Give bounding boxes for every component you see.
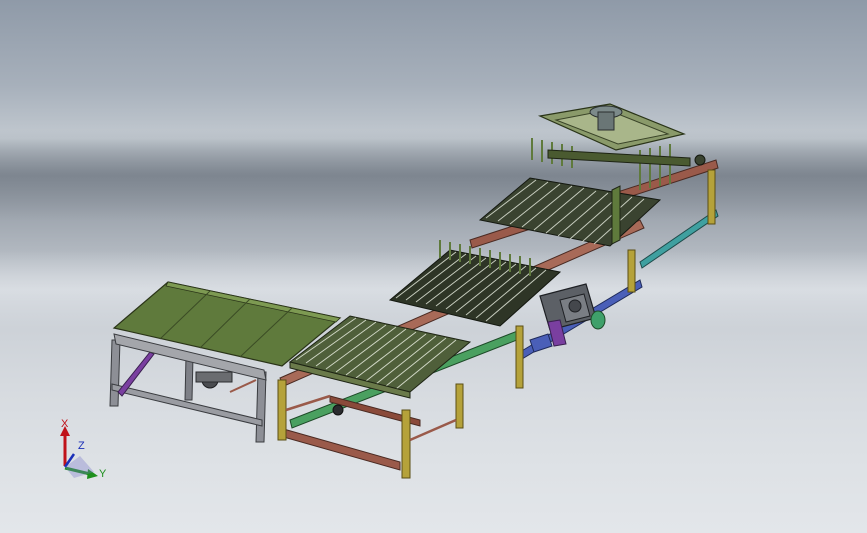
stacker-pulley: [694, 154, 706, 166]
drive-unit[interactable]: [529, 283, 606, 353]
frame-leg: [515, 325, 524, 389]
frame-caster: [332, 404, 344, 416]
infeed-leg-front-left: [109, 339, 121, 407]
cad-viewport[interactable]: X Z Y: [0, 0, 867, 533]
frame-leg: [627, 249, 636, 293]
x-axis-label: X: [61, 418, 69, 430]
frame-lower-rail-teal: [639, 209, 719, 269]
orientation-triad: X Z Y: [50, 412, 114, 484]
infeed-cross-brace: [229, 379, 257, 393]
stacker-column: [611, 185, 621, 245]
roller-conveyor-section-2[interactable]: [388, 240, 562, 327]
conveyor-line-model[interactable]: [0, 0, 867, 533]
roller-bed-2: [388, 249, 562, 327]
frame-leg: [277, 379, 287, 441]
stacker-crossbar: [547, 149, 691, 167]
frame-leg: [401, 409, 411, 479]
infeed-leg-front-right: [255, 371, 267, 443]
z-axis-label: Z: [78, 440, 85, 452]
drive-motor-green: [590, 310, 606, 330]
frame-leg: [707, 169, 716, 225]
gearbox-shaft: [568, 299, 582, 313]
drive-mount-blue: [529, 333, 553, 353]
y-axis-label: Y: [99, 468, 107, 480]
stacker-cylinder: [597, 111, 615, 131]
frame-leg: [455, 383, 464, 429]
frame-floor-rail: [279, 427, 401, 471]
infeed-drive-housing: [195, 371, 233, 383]
